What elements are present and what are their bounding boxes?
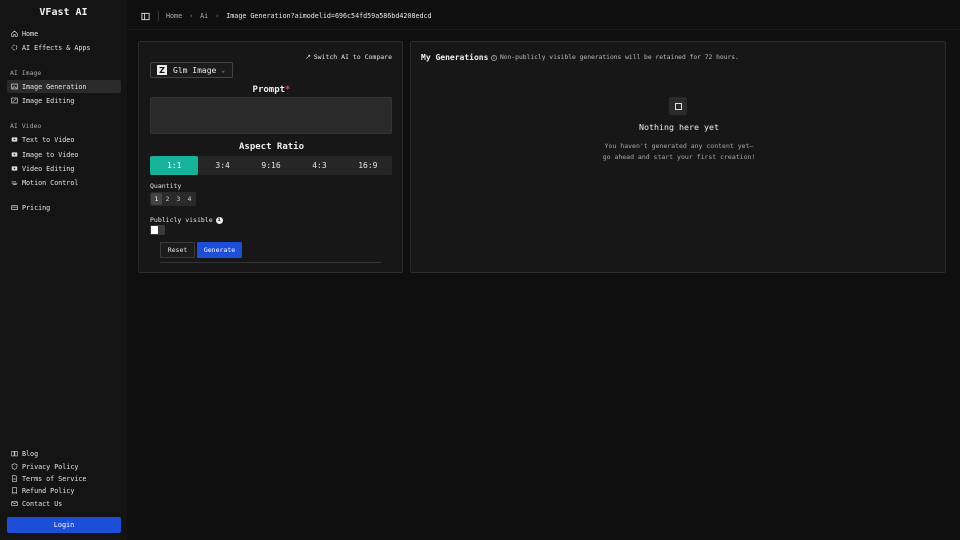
video-edit-icon (10, 164, 19, 173)
divider (128, 29, 960, 30)
video-icon (10, 150, 19, 159)
chevron-down-icon: ⌄ (221, 66, 225, 74)
model-name: Glm Image (173, 65, 217, 75)
sidebar-toggle-icon[interactable] (141, 12, 150, 21)
sidebar-item-label: Text to Video (22, 135, 75, 144)
empty-state-icon (669, 97, 687, 115)
sidebar-item-label: Image Generation (22, 82, 87, 91)
empty-state-line-2: go ahead and start your first creation! (602, 153, 756, 161)
empty-state-title: Nothing here yet (639, 122, 719, 132)
image-edit-icon (10, 96, 19, 105)
publicly-visible-text: Publicly visible (150, 216, 213, 224)
aspect-option-9-16[interactable]: 9:16 (247, 156, 295, 175)
sidebar-item-pricing[interactable]: Pricing (7, 201, 121, 214)
sidebar-item-motion-control[interactable]: Motion Control (7, 176, 121, 189)
required-marker: * (285, 85, 291, 95)
aspect-option-1-1[interactable]: 1:1 (150, 156, 199, 175)
quantity-option-4[interactable]: 4 (184, 193, 195, 205)
motion-icon (10, 178, 19, 187)
quantity-label: Quantity (150, 182, 182, 190)
aspect-ratio-selector: 1:1 3:4 9:16 4:3 16:9 (150, 156, 392, 175)
reset-button[interactable]: Reset (160, 242, 195, 258)
quantity-selector: 1 2 3 4 (150, 192, 196, 206)
card-icon (10, 203, 19, 212)
sidebar-item-blog[interactable]: Blog (7, 447, 121, 460)
chevron-right-icon: › (189, 12, 194, 20)
generations-title: My Generations (421, 53, 489, 62)
quantity-option-2[interactable]: 2 (162, 193, 173, 205)
sidebar-item-image-to-video[interactable]: Image to Video (7, 148, 121, 161)
sidebar-item-label: Home (22, 29, 39, 38)
sidebar-item-home[interactable]: Home (7, 27, 121, 40)
breadcrumb: Home › Ai › Image Generation?aimodelid=6… (166, 12, 432, 20)
quantity-option-3[interactable]: 3 (173, 193, 184, 205)
sidebar-item-label: Image Editing (22, 96, 75, 105)
home-icon (10, 29, 19, 38)
compare-label: Switch AI to Compare (313, 53, 392, 61)
model-select[interactable]: Z Glm Image ⌄ (150, 62, 233, 78)
sidebar-item-label: Video Editing (22, 164, 75, 173)
sidebar-item-label: Contact Us (22, 499, 63, 508)
prompt-label: Prompt* (139, 85, 404, 95)
document-icon (10, 474, 19, 483)
empty-state-line-1: You haven't generated any content yet— (604, 142, 754, 150)
generator-panel: Switch AI to Compare Z Glm Image ⌄ Promp… (138, 41, 403, 273)
brand-logo[interactable]: VFast AI (0, 7, 127, 18)
receipt-icon (10, 486, 19, 495)
switch-ai-compare-button[interactable]: Switch AI to Compare (305, 53, 392, 61)
sidebar-item-refund-policy[interactable]: Refund Policy (7, 484, 121, 497)
shield-icon (10, 462, 19, 471)
login-button[interactable]: Login (7, 517, 121, 533)
sidebar-item-label: Refund Policy (22, 486, 75, 495)
compare-icon (305, 54, 310, 60)
generations-panel: My Generations i Non-publicly visible ge… (410, 41, 946, 273)
empty-state-description: You haven't generated any content yet— g… (411, 141, 947, 163)
aspect-option-3-4[interactable]: 3:4 (198, 156, 246, 175)
section-label-ai-image: AI Image (10, 69, 42, 77)
sidebar-item-label: AI Effects & Apps (22, 43, 91, 52)
sidebar-item-image-editing[interactable]: Image Editing (7, 94, 121, 107)
book-icon (10, 449, 19, 458)
sidebar-item-label: Pricing (22, 203, 51, 212)
generations-note-text: Non-publicly visible generations will be… (500, 54, 739, 61)
sidebar-item-label: Motion Control (22, 178, 79, 187)
divider (158, 11, 159, 21)
sparkle-icon (10, 43, 19, 52)
sidebar-item-text-to-video[interactable]: Text to Video (7, 133, 121, 146)
sidebar-item-contact-us[interactable]: Contact Us (7, 497, 121, 510)
breadcrumb-home[interactable]: Home (166, 12, 182, 20)
divider (160, 262, 381, 263)
generations-note: i Non-publicly visible generations will … (491, 54, 739, 61)
sidebar-item-label: Blog (22, 449, 39, 458)
prompt-label-text: Prompt (252, 85, 286, 95)
quantity-option-1[interactable]: 1 (151, 193, 162, 205)
sidebar-item-label: Terms of Service (22, 474, 87, 483)
sidebar-item-ai-effects[interactable]: AI Effects & Apps (7, 41, 121, 54)
generate-button[interactable]: Generate (197, 242, 242, 258)
prompt-input[interactable] (150, 97, 392, 134)
toggle-knob (151, 226, 158, 234)
sidebar-item-label: Privacy Policy (22, 462, 79, 471)
breadcrumb-current: Image Generation?aimodelid=696c54fd59a58… (226, 12, 432, 20)
image-icon (10, 82, 19, 91)
aspect-option-16-9[interactable]: 16:9 (344, 156, 392, 175)
sidebar-item-video-editing[interactable]: Video Editing (7, 162, 121, 175)
top-bar: Home › Ai › Image Generation?aimodelid=6… (128, 4, 960, 28)
info-icon[interactable]: i (215, 216, 223, 224)
aspect-ratio-label: Aspect Ratio (238, 142, 305, 152)
chevron-right-icon: › (215, 12, 220, 20)
sidebar: VFast AI Home AI Effects & Apps AI Image… (0, 0, 127, 540)
publicly-visible-toggle[interactable] (150, 225, 165, 235)
section-label-ai-video: AI Video (10, 122, 42, 130)
aspect-option-4-3[interactable]: 4:3 (295, 156, 343, 175)
sidebar-item-label: Image to Video (22, 150, 79, 159)
model-logo: Z (157, 65, 167, 75)
breadcrumb-ai[interactable]: Ai (200, 12, 208, 20)
video-icon (10, 135, 19, 144)
sidebar-item-image-generation[interactable]: Image Generation (7, 80, 121, 93)
publicly-visible-label: Publicly visible i (150, 216, 223, 224)
mail-icon (10, 499, 19, 508)
info-icon: i (491, 54, 497, 61)
